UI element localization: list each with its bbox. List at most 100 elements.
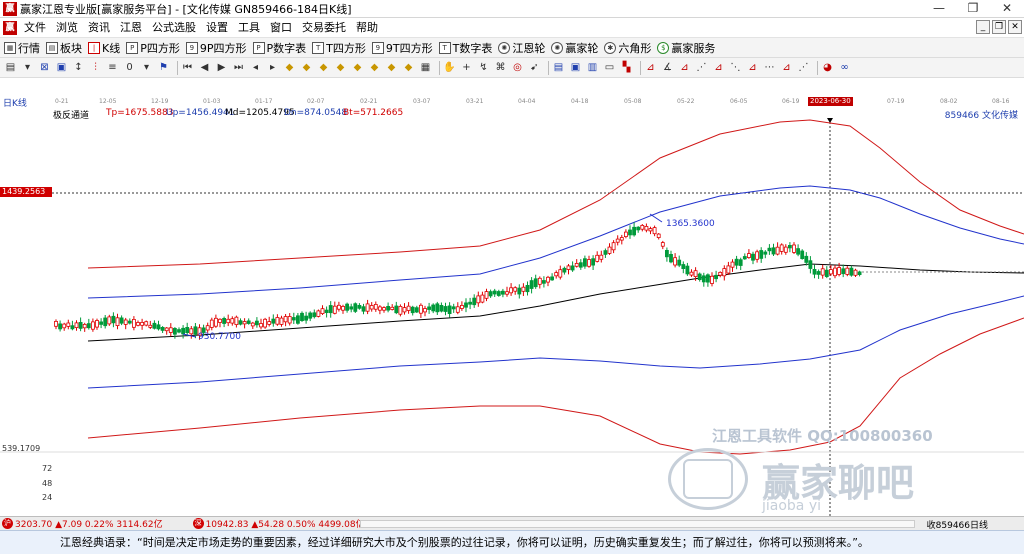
candle-body	[706, 274, 710, 283]
mdi-minimize-button[interactable]: _	[976, 20, 990, 34]
candle-body	[95, 320, 99, 328]
sz-index-badge[interactable]: 深	[192, 518, 204, 529]
draw-2-icon[interactable]: ∡	[661, 61, 674, 74]
hand-icon[interactable]: ✋	[443, 61, 456, 74]
toolbar-p-square[interactable]: P P四方形	[126, 40, 180, 56]
blocks-icon: ▤	[46, 41, 58, 54]
mdi-close-button[interactable]: ✕	[1008, 20, 1022, 34]
table-icon[interactable]: ▤	[552, 61, 565, 74]
gann-angle-1-icon[interactable]: ◆	[283, 61, 296, 74]
toolbar-winner-wheel[interactable]: ✺ 赢家轮	[551, 40, 598, 56]
menu-tools[interactable]: 工具	[233, 19, 265, 37]
toolbar-gann-wheel[interactable]: ✺ 江恩轮	[498, 40, 545, 56]
date-tick: 04-04	[518, 98, 536, 105]
close-button[interactable]: ✕	[990, 0, 1024, 18]
next-icon[interactable]: ▶	[215, 61, 228, 74]
stack-icon[interactable]: ≡	[106, 61, 119, 74]
menu-window[interactable]: 窗口	[265, 19, 297, 37]
crosshair-icon[interactable]: +	[460, 61, 473, 74]
circle-tool-icon[interactable]: ◎	[511, 61, 524, 74]
menu-formula[interactable]: 公式选股	[147, 19, 201, 37]
horizontal-scrollbar[interactable]	[360, 520, 915, 528]
save-icon[interactable]: ▥	[586, 61, 599, 74]
menu-help[interactable]: 帮助	[351, 19, 383, 37]
infinity-icon[interactable]: ∞	[838, 61, 851, 74]
candle-body	[209, 319, 214, 328]
flag-icon[interactable]: ⚑	[157, 61, 170, 74]
multi-window-icon[interactable]: ▚	[620, 61, 633, 74]
gann-angle-7-icon[interactable]: ◆	[385, 61, 398, 74]
toolbar-9t-square[interactable]: 9 9T四方形	[371, 40, 433, 56]
draw-3-icon[interactable]: ⊿	[678, 61, 691, 74]
gann-angle-5-icon[interactable]: ◆	[351, 61, 364, 74]
layout-icon[interactable]: ▤	[4, 61, 17, 74]
fan-icon[interactable]: ⌘	[494, 61, 507, 74]
toolbar-p-table[interactable]: P P数字表	[252, 40, 306, 56]
draw-5-icon[interactable]: ⊿	[712, 61, 725, 74]
grid-icon: ▦	[4, 41, 16, 54]
number-icon[interactable]: 0	[123, 61, 136, 74]
candle-body	[357, 304, 362, 309]
draw-9-icon[interactable]: ⊿	[780, 61, 793, 74]
candle-body	[578, 262, 583, 268]
dropdown-2-icon[interactable]: ▾	[140, 61, 153, 74]
monitor-icon[interactable]: ▭	[603, 61, 616, 74]
gann-angle-6-icon[interactable]: ◆	[368, 61, 381, 74]
menu-browse[interactable]: 浏览	[51, 19, 83, 37]
last-icon[interactable]: ⏭	[232, 61, 245, 74]
draw-10-icon[interactable]: ⋰	[797, 61, 810, 74]
grid-tool-icon[interactable]: ▦	[419, 61, 432, 74]
toolbar-t-table[interactable]: T T数字表	[438, 40, 492, 56]
gann-angle-8-icon[interactable]: ◆	[402, 61, 415, 74]
candle-body	[529, 280, 534, 289]
ruler-icon[interactable]: ↕	[72, 61, 85, 74]
gann-angle-4-icon[interactable]: ◆	[334, 61, 347, 74]
app-menu-icon[interactable]: 赢	[3, 20, 17, 35]
bars-icon[interactable]: ⫶	[89, 61, 102, 74]
line-icon[interactable]: ↯	[477, 61, 490, 74]
draw-6-icon[interactable]: ⋱	[729, 61, 742, 74]
candle-body	[250, 322, 255, 327]
menu-file[interactable]: 文件	[19, 19, 51, 37]
minimize-button[interactable]: —	[922, 0, 956, 18]
toolbar-t-square[interactable]: T T四方形	[312, 40, 366, 56]
candle-body	[820, 268, 825, 276]
dropdown-icon[interactable]: ▾	[21, 61, 34, 74]
sh-index-badge[interactable]: 沪	[2, 518, 13, 529]
calendar-icon[interactable]: ▣	[55, 61, 68, 74]
menu-settings[interactable]: 设置	[201, 19, 233, 37]
toolbar-quotes[interactable]: ▦ 行情	[4, 40, 40, 56]
menu-news[interactable]: 资讯	[83, 19, 115, 37]
menu-trade[interactable]: 交易委托	[297, 19, 351, 37]
kline-chart[interactable]: 1365.3600 930.7700 1439.2563 539.1709 72…	[0, 118, 1024, 516]
forward-icon[interactable]: ▸	[266, 61, 279, 74]
first-icon[interactable]: ⏮	[181, 61, 194, 74]
toolbar-kline[interactable]: | K线	[88, 40, 120, 56]
candle-body	[480, 294, 485, 303]
gann-angle-3-icon[interactable]: ◆	[317, 61, 330, 74]
candle-body	[673, 257, 677, 266]
draw-4-icon[interactable]: ⋰	[695, 61, 708, 74]
toolbar-9p-square[interactable]: 9 9P四方形	[185, 40, 247, 56]
restore-button[interactable]: ❐	[956, 0, 990, 18]
mdi-restore-button[interactable]: ❐	[992, 20, 1006, 34]
prev-icon[interactable]: ◀	[198, 61, 211, 74]
candle-body	[369, 305, 374, 310]
draw-1-icon[interactable]: ⊿	[644, 61, 657, 74]
candle-body	[628, 229, 632, 236]
candle-body	[300, 312, 304, 322]
color-wheel-icon[interactable]: ◕	[821, 61, 834, 74]
print-icon[interactable]: ▣	[569, 61, 582, 74]
draw-7-icon[interactable]: ⊿	[746, 61, 759, 74]
gann-angle-2-icon[interactable]: ◆	[300, 61, 313, 74]
back-icon[interactable]: ◂	[249, 61, 262, 74]
draw-8-icon[interactable]: ⋯	[763, 61, 776, 74]
menu-gann[interactable]: 江恩	[115, 19, 147, 37]
candle-body	[775, 246, 780, 255]
candle-body	[730, 261, 735, 268]
toolbar-sectors[interactable]: ▤ 板块	[46, 40, 82, 56]
arrow-tool-icon[interactable]: ➹	[528, 61, 541, 74]
toolbar-service[interactable]: $ 赢家服务	[657, 40, 715, 56]
indicator-icon[interactable]: ⊠	[38, 61, 51, 74]
toolbar-hexagon[interactable]: ✱ 六角形	[604, 40, 651, 56]
